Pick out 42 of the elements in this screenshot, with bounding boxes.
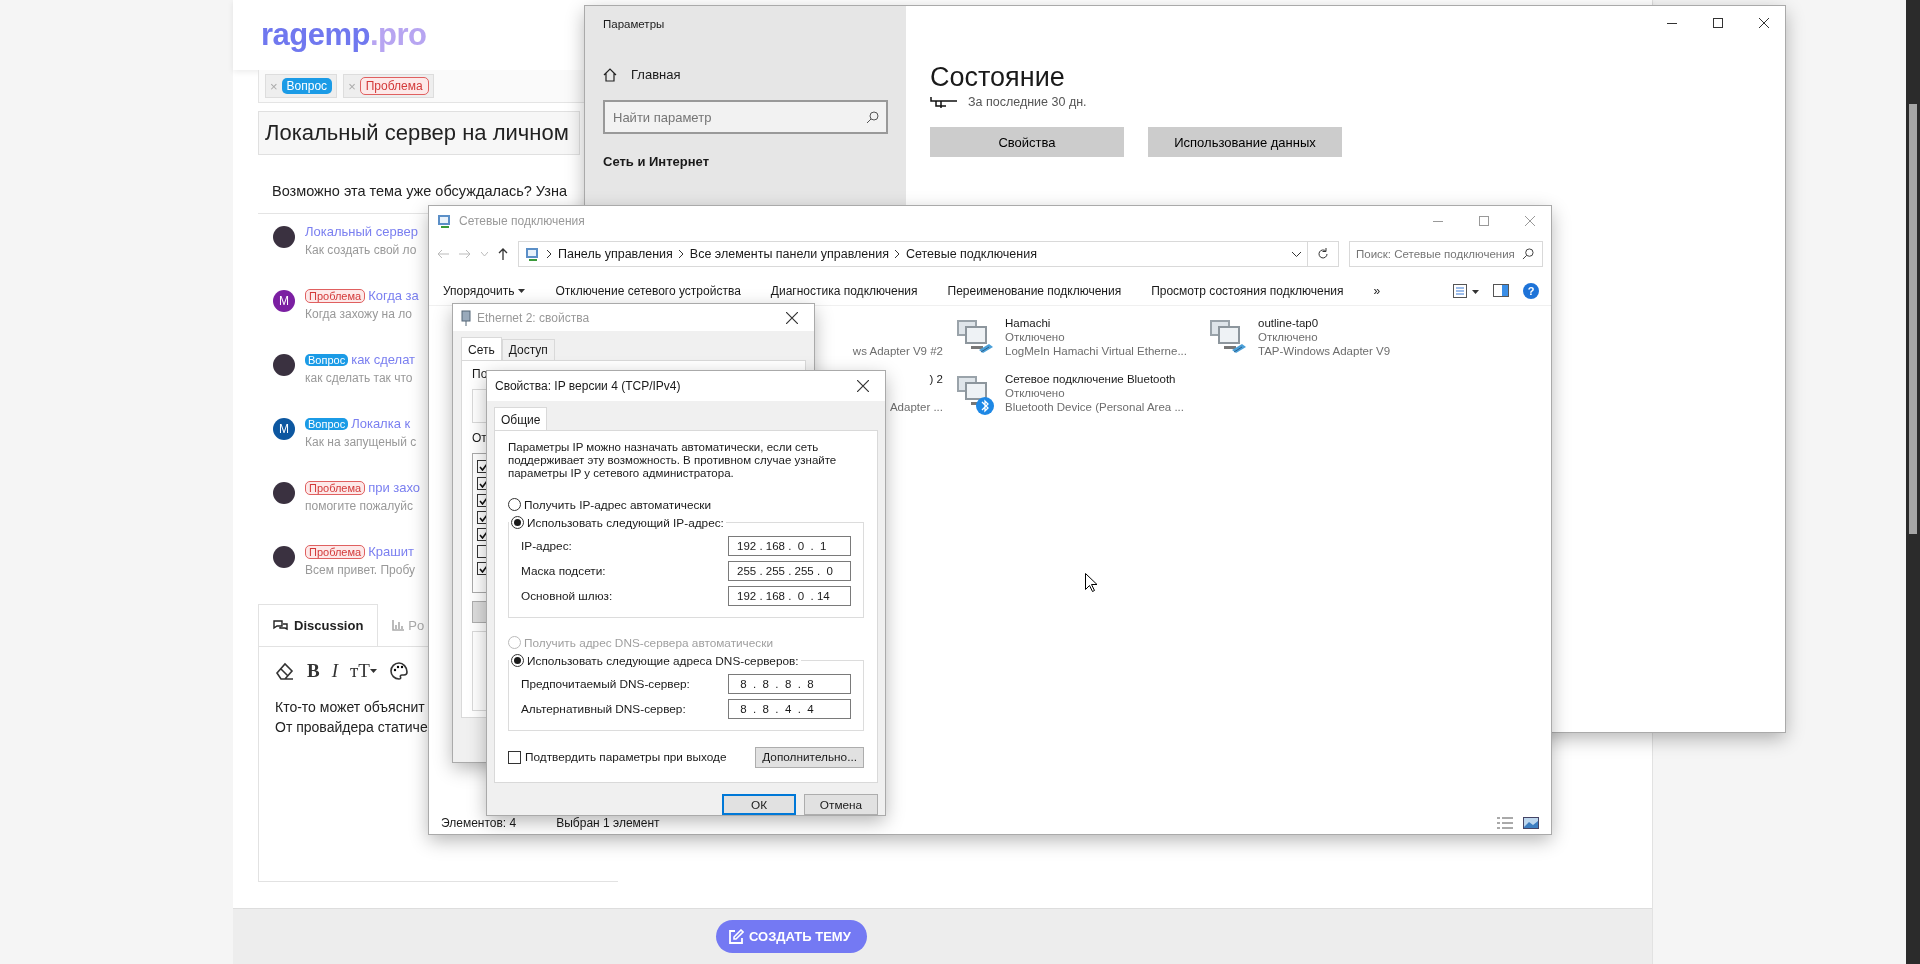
field-label: Основной шлюз: xyxy=(521,589,613,604)
avatar-letter: M xyxy=(273,290,295,312)
connection-status: Отключено xyxy=(1005,387,1065,399)
connection-status: Отключено xyxy=(1005,331,1065,343)
avatar-letter: M xyxy=(273,418,295,440)
window-title: Параметры xyxy=(603,18,666,30)
field-label: Маска подсети: xyxy=(521,564,606,579)
connection-device: ws Adapter V9 #2 xyxy=(852,345,943,357)
connection-status: Отключено xyxy=(1258,331,1318,343)
connection-device: Bluetooth Device (Personal Area ... xyxy=(1005,401,1184,413)
field-label: Альтернативный DNS-сервер: xyxy=(521,702,686,717)
question-tag: Вопрос xyxy=(305,417,349,430)
field-label: От xyxy=(472,431,488,446)
thread-snippet: Как на запущеный с xyxy=(305,435,417,449)
usage-period: За последние 30 дн. xyxy=(968,95,1087,109)
page-heading: Состояние xyxy=(930,62,1066,93)
window-title: Свойства: IP версии 4 (TCP/IPv4) xyxy=(495,378,681,393)
description-text: Параметры IP можно назначать автоматически, если сеть поддерживает эту возможность. В противном случае узнайте параметры IP у сетевого администратора. xyxy=(508,440,838,480)
connection-device: TAP-Windows Adapter V9 xyxy=(1258,345,1391,357)
problem-tag: Проблема xyxy=(359,77,429,95)
connection-device: LogMeIn Hamachi Virtual Etherne... xyxy=(1005,345,1187,357)
similar-threads-hint: Возможно эта тема уже обсуждалась? Узна xyxy=(272,183,568,199)
editor-text-line: От провайдера статиче xyxy=(275,718,428,737)
thread-snippet: помогите пожалуйс xyxy=(305,499,414,513)
problem-tag: Проблема xyxy=(305,480,366,495)
problem-tag: Проблема xyxy=(305,288,366,303)
window-title: Сетевые подключения xyxy=(459,214,585,228)
field-label: Предпочитаемый DNS-сервер: xyxy=(521,677,690,692)
connection-device: Adapter ... xyxy=(889,401,943,413)
thread-snippet: Как создать свой ло xyxy=(305,243,418,257)
field-label: IP-адрес: xyxy=(521,539,572,554)
question-tag: Вопрос xyxy=(305,353,349,366)
section-heading: Сеть и Интернет xyxy=(603,154,711,169)
question-tag: Вопрос xyxy=(281,78,333,94)
thread-snippet: Всем привет. Пробу xyxy=(305,563,416,577)
status-text: Элементов: 4 xyxy=(441,816,517,830)
editor-text-line: Кто-то может объяснит xyxy=(275,698,425,717)
problem-tag: Проблема xyxy=(305,544,366,559)
status-text: Выбран 1 элемент xyxy=(556,816,660,830)
window-title: Ethernet 2: свойства xyxy=(477,310,590,325)
thread-snippet: как сделать так что xyxy=(305,371,414,385)
thread-snippet: Когда захожу на ло xyxy=(305,307,414,321)
